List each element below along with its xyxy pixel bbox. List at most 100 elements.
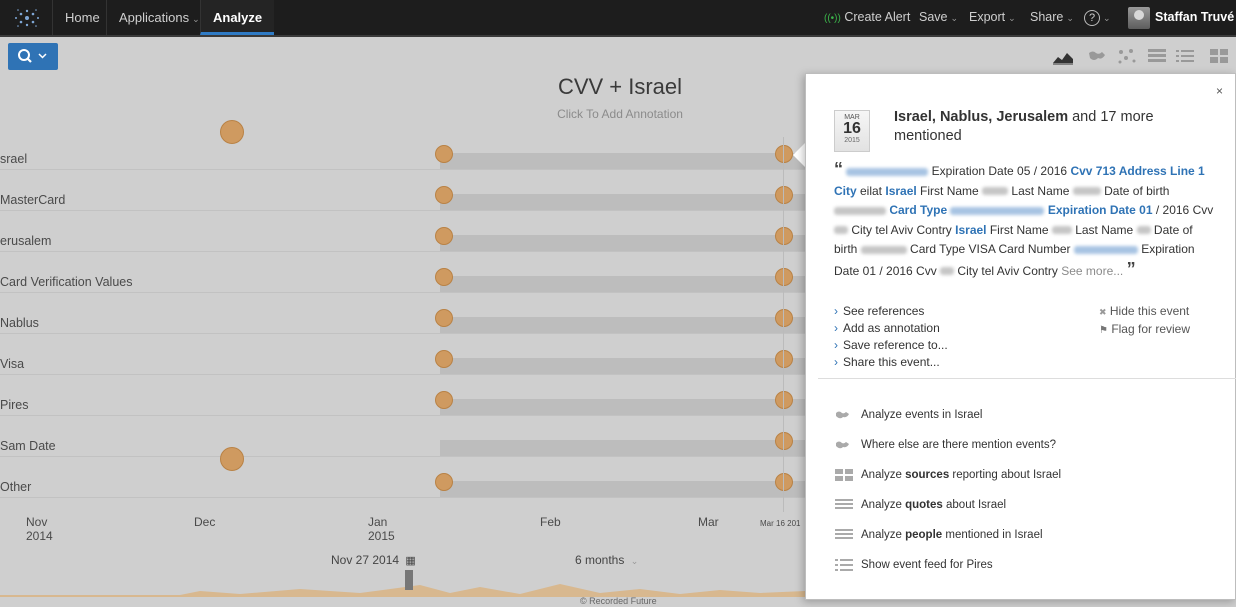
timeline-row-label[interactable]: MasterCard: [0, 193, 65, 207]
chevron-down-icon: ⌄: [1103, 13, 1111, 23]
event-detail-popover: × MAR 16 2015 Israel, Nablus, Jerusalem …: [805, 73, 1236, 600]
chevron-down-icon: ⌄: [950, 13, 959, 23]
analyze-label: Analyze: [861, 499, 906, 511]
save-menu[interactable]: Save ⌄: [919, 0, 958, 35]
analyze-label: Analyze: [861, 529, 906, 541]
event-dot[interactable]: [220, 447, 244, 471]
analyze-bold: people: [905, 529, 943, 541]
event-dot[interactable]: [435, 391, 453, 409]
close-icon[interactable]: ×: [1216, 84, 1223, 98]
quote-text: / 2016 Cvv: [1152, 203, 1214, 217]
event-dot[interactable]: [435, 186, 453, 204]
nav-home[interactable]: Home: [52, 0, 112, 35]
quote-text: City tel Aviv Contry: [848, 222, 956, 237]
timeline-row-density: [440, 399, 805, 415]
timeline-row-label[interactable]: Other: [0, 480, 31, 494]
action-label: Save reference to...: [843, 338, 948, 352]
quote-text: Expiration Date 05 / 2016: [928, 164, 1071, 178]
event-dot[interactable]: [775, 186, 793, 204]
analyze-people-link[interactable]: Analyze people mentioned in Israel: [834, 527, 1043, 543]
chevron-right-icon: ›: [834, 338, 838, 352]
analyze-quotes-link[interactable]: Analyze quotes about Israel: [834, 497, 1006, 513]
range-start-label: Nov 27 2014: [331, 553, 400, 567]
quote-keyword[interactable]: Card Type: [889, 203, 947, 217]
quote-keyword[interactable]: Expiration Date 01: [1048, 203, 1153, 217]
range-handle[interactable]: [405, 570, 413, 590]
save-reference-link[interactable]: › Save reference to...: [834, 337, 948, 354]
analyze-label: Analyze: [861, 469, 906, 481]
nav-analyze[interactable]: Analyze: [200, 0, 275, 35]
redacted-text: [834, 226, 848, 235]
help-icon: ?: [1084, 10, 1100, 26]
event-dot[interactable]: [775, 391, 793, 409]
event-entities[interactable]: Israel, Nablus, Jerusalem: [894, 109, 1068, 125]
chart-title: CVV + Israel: [557, 74, 683, 99]
share-menu[interactable]: Share ⌄: [1030, 0, 1074, 35]
event-dot[interactable]: [775, 145, 793, 163]
event-dot[interactable]: [435, 145, 453, 163]
see-more-link[interactable]: See more...: [1061, 264, 1123, 278]
event-dot[interactable]: [220, 120, 244, 144]
event-dot[interactable]: [775, 350, 793, 368]
hide-event-button[interactable]: ✖︎ Hide this event: [1099, 303, 1190, 321]
overview-strip[interactable]: [0, 567, 805, 597]
timeline-row-density: [440, 194, 805, 210]
xaxis-label: Mar: [698, 515, 719, 529]
xaxis-month: Feb: [540, 515, 561, 529]
analyze-sources-link[interactable]: Analyze sources reporting about Israel: [834, 467, 1061, 483]
redacted-text: [1051, 226, 1072, 235]
timeline-row-label[interactable]: erusalem: [0, 234, 51, 248]
event-dot[interactable]: [435, 268, 453, 286]
event-dot[interactable]: [435, 227, 453, 245]
export-menu[interactable]: Export ⌄: [969, 0, 1016, 35]
event-dot[interactable]: [775, 473, 793, 491]
event-feed-link[interactable]: Show event feed for Pires: [834, 557, 993, 573]
flag-review-button[interactable]: ⚑ Flag for review: [1099, 321, 1190, 339]
range-span-select[interactable]: 6 months ⌄: [575, 553, 638, 567]
hide-icon: ✖︎: [1099, 307, 1107, 317]
event-year: 2015: [844, 137, 860, 144]
event-dot[interactable]: [435, 350, 453, 368]
event-dot[interactable]: [775, 227, 793, 245]
user-avatar[interactable]: [1128, 7, 1150, 29]
event-dot[interactable]: [435, 473, 453, 491]
range-start-date[interactable]: Nov 27 2014 ▦: [331, 553, 416, 567]
add-annotation-action[interactable]: › Add as annotation: [834, 320, 948, 337]
event-dot[interactable]: [775, 268, 793, 286]
create-alert-button[interactable]: ((•)) Create Alert: [824, 0, 910, 35]
see-references-link[interactable]: › See references: [834, 303, 948, 320]
help-menu[interactable]: ? ⌄: [1084, 0, 1111, 35]
alert-signal-icon: ((•)): [824, 13, 841, 24]
timeline-row-label[interactable]: Visa: [0, 357, 24, 371]
analyze-bold: quotes: [905, 499, 943, 511]
table-icon: [835, 498, 853, 509]
flag-icon: ⚑: [1099, 325, 1108, 336]
timeline-row-label[interactable]: srael: [0, 152, 27, 166]
save-label: Save: [919, 10, 948, 24]
timeline-row-line: [0, 333, 805, 334]
calendar-icon[interactable]: ▦: [405, 555, 415, 567]
share-event-link[interactable]: › Share this event...: [834, 354, 948, 371]
event-dot[interactable]: [435, 309, 453, 327]
event-dot[interactable]: [775, 309, 793, 327]
redacted-text: [834, 206, 886, 215]
list-icon: [835, 558, 853, 571]
quote-keyword[interactable]: Israel: [885, 184, 916, 198]
timeline-row-density: [440, 481, 805, 497]
timeline-row-label[interactable]: Nablus: [0, 316, 39, 330]
xaxis-month: Jan: [368, 515, 388, 529]
add-annotation-link[interactable]: Click To Add Annotation: [480, 107, 760, 121]
panel-divider: [818, 378, 1236, 379]
nav-applications[interactable]: Applications ⌄: [106, 0, 212, 35]
timeline-row-label[interactable]: Sam Date: [0, 439, 56, 453]
user-name[interactable]: Staffan Truvé: [1155, 0, 1234, 35]
redacted-text: [982, 187, 1009, 196]
timeline-row-label[interactable]: Card Verification Values: [0, 275, 132, 289]
event-dot[interactable]: [775, 432, 793, 450]
quote-text: Last Name: [1008, 183, 1073, 198]
analyze-events-link[interactable]: Analyze events in Israel: [834, 407, 982, 423]
recorded-future-logo-icon[interactable]: [10, 5, 44, 31]
quote-keyword[interactable]: Israel: [955, 223, 986, 237]
timeline-row-label[interactable]: Pires: [0, 398, 28, 412]
where-else-link[interactable]: Where else are there mention events?: [834, 437, 1056, 453]
